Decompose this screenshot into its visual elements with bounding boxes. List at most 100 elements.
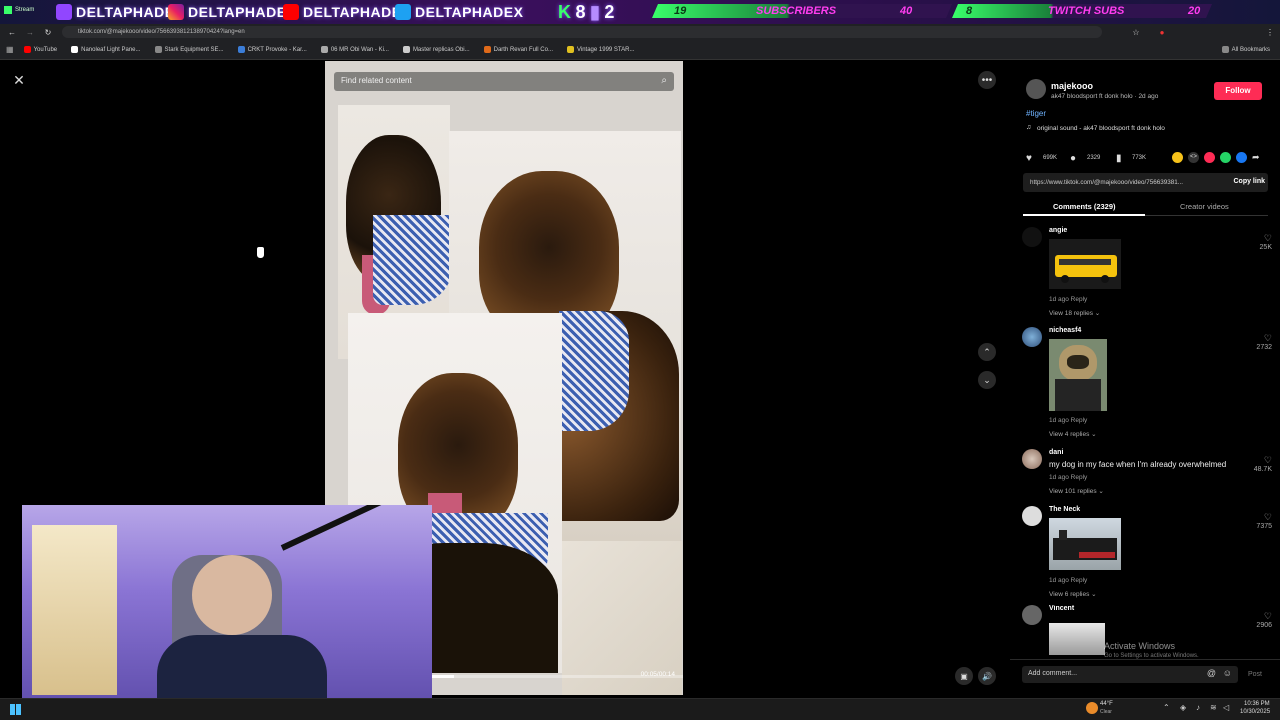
more-icon: ••• — [981, 74, 993, 86]
clock-date[interactable]: 10/30/2025 — [1240, 709, 1270, 715]
sound-name[interactable]: original sound - ak47 bloodsport ft donk… — [1037, 125, 1165, 132]
comment-author[interactable]: Vincent — [1049, 605, 1074, 612]
comment-author[interactable]: dani — [1049, 449, 1063, 456]
comment-avatar[interactable] — [1022, 449, 1042, 469]
comment-author[interactable]: The Neck — [1049, 506, 1080, 513]
reload-icon[interactable]: ↻ — [42, 26, 54, 38]
search-bar[interactable]: Find related content ⌕ — [334, 72, 674, 91]
view-replies[interactable]: View 18 replies ⌄ — [1049, 309, 1100, 317]
engine-image[interactable] — [1049, 623, 1105, 655]
comment-avatar[interactable] — [1022, 605, 1042, 625]
tray-volume-icon[interactable]: ◁ — [1223, 703, 1229, 712]
view-replies[interactable]: View 101 replies ⌄ — [1049, 487, 1104, 495]
share-coin-icon[interactable] — [1172, 152, 1183, 163]
windows-start-icon[interactable] — [10, 704, 21, 715]
comment-text: my dog in my face when I'm already overw… — [1049, 460, 1227, 469]
forward-icon[interactable]: → — [24, 26, 36, 38]
comment-like[interactable]: ♡ 2732 — [1242, 333, 1272, 351]
darth-revan-favicon — [483, 46, 491, 53]
author-avatar[interactable] — [1026, 79, 1046, 99]
bookmark-master-replicas[interactable]: Master replicas Obi... — [402, 46, 470, 53]
youtube-handle: DELTAPHADE — [283, 2, 402, 22]
star-icon[interactable]: ☆ — [1130, 26, 1142, 38]
view-replies[interactable]: View 4 replies ⌄ — [1049, 430, 1097, 438]
comment-avatar[interactable] — [1022, 327, 1042, 347]
bookmark-nanoleaf[interactable]: Nanoleaf Light Pane... — [71, 46, 141, 53]
close-button[interactable]: ✕ — [10, 71, 28, 89]
mention-icon[interactable]: @ — [1207, 668, 1216, 678]
hashtag-link[interactable]: #tiger — [1026, 109, 1046, 118]
author-name[interactable]: majekooo — [1051, 81, 1093, 91]
menu-icon[interactable]: ⋮ — [1264, 26, 1276, 38]
all-bookmarks[interactable]: All Bookmarks — [1221, 46, 1270, 53]
view-replies[interactable]: View 6 replies ⌄ — [1049, 590, 1097, 598]
nanoleaf-favicon — [71, 46, 79, 53]
follow-button[interactable]: Follow — [1214, 82, 1262, 100]
tray-network-icon[interactable]: ◈ — [1180, 703, 1186, 712]
share-arrow-icon[interactable]: ➦ — [1252, 152, 1260, 163]
emoji-icon[interactable]: ☺ — [1223, 668, 1232, 678]
comment-author[interactable]: angie — [1049, 227, 1067, 234]
post-button[interactable]: Post — [1248, 671, 1262, 678]
bookmark-youtube[interactable]: YouTube — [23, 46, 57, 53]
comment-icon[interactable]: ● — [1070, 153, 1076, 164]
pug-image[interactable] — [1049, 339, 1107, 411]
share-red-icon[interactable] — [1204, 152, 1215, 163]
comment-avatar[interactable] — [1022, 227, 1042, 247]
search-icon[interactable]: ⌕ — [661, 75, 667, 86]
back-icon[interactable]: ← — [6, 26, 18, 38]
comment-meta[interactable]: 1d ago Reply — [1049, 474, 1087, 481]
comment-meta[interactable]: 1d ago Reply — [1049, 296, 1087, 303]
bookmark-icon[interactable]: ▮ — [1116, 153, 1122, 164]
comment-author[interactable]: nicheasf4 — [1049, 327, 1081, 334]
folder-icon — [1221, 46, 1229, 53]
comment-like[interactable]: ♡ 48.7K — [1242, 455, 1272, 473]
next-video-button[interactable]: ⌄ — [978, 371, 996, 389]
comment-input[interactable]: Add comment... @ ☺ — [1022, 666, 1238, 683]
copy-link-bar: https://www.tiktok.com/@majekooo/video/7… — [1023, 173, 1268, 192]
bookmark-crkt[interactable]: CRKT Provoke - Kar... — [237, 46, 307, 53]
tray-wifi-icon[interactable]: ≋ — [1210, 703, 1217, 712]
comment-like[interactable]: ♡ 7375 — [1242, 512, 1272, 530]
author-subtitle: ak47 bloodsport ft donk holo · 2d ago — [1051, 93, 1159, 100]
copy-link-button[interactable]: Copy link — [1233, 178, 1265, 185]
train-image[interactable] — [1049, 518, 1121, 570]
volume-button[interactable]: 🔊 — [978, 667, 996, 685]
twitch-count-icon: ▮ — [590, 1, 601, 22]
facebook-icon[interactable] — [1236, 152, 1247, 163]
whatsapp-icon[interactable] — [1220, 152, 1231, 163]
embed-icon[interactable]: <> — [1188, 152, 1199, 163]
previous-video-button[interactable]: ⌃ — [978, 343, 996, 361]
school-bus-image[interactable] — [1049, 239, 1121, 289]
more-options-button[interactable]: ••• — [978, 71, 996, 89]
comment-meta[interactable]: 1d ago Reply — [1049, 577, 1087, 584]
heart-icon[interactable]: ♥ — [1026, 153, 1032, 164]
pip-button[interactable]: ▣ — [955, 667, 973, 685]
comment-avatar[interactable] — [1022, 506, 1042, 526]
address-bar[interactable]: tiktok.com/@majekooo/video/7566393812138… — [62, 26, 1102, 38]
comment-like[interactable]: ♡ 25K — [1242, 233, 1272, 251]
music-note-icon: ♫ — [1026, 124, 1032, 131]
apps-icon[interactable]: ▦ — [6, 45, 14, 54]
clock-time[interactable]: 10:36 PM — [1244, 701, 1270, 707]
twitter-icon — [395, 4, 411, 20]
tray-chevron-icon[interactable]: ⌃ — [1163, 703, 1170, 712]
weather-icon[interactable] — [1086, 702, 1098, 714]
chevron-up-icon: ⌃ — [983, 346, 991, 357]
comment-meta[interactable]: 1d ago Reply — [1049, 417, 1087, 424]
comment-item: dani my dog in my face when I'm already … — [1022, 449, 1272, 499]
bookmark-obiwan[interactable]: 06 MR Obi Wan - Ki... — [320, 46, 389, 53]
extension-icon[interactable]: ● — [1156, 26, 1168, 38]
tab-comments[interactable]: Comments (2329) — [1053, 202, 1116, 211]
comment-item: The Neck 1d ago Reply View 6 replies ⌄ ♡… — [1022, 506, 1272, 598]
bookmarks-bar: ▦ YouTube Nanoleaf Light Pane... Stark E… — [0, 40, 1280, 60]
comment-like[interactable]: ♡ 2906 — [1242, 611, 1272, 629]
tab-creator-videos[interactable]: Creator videos — [1180, 202, 1229, 211]
info-panel: majekooo ak47 bloodsport ft donk holo · … — [1010, 61, 1280, 695]
bookmark-vintage[interactable]: Vintage 1999 STAR... — [566, 46, 634, 53]
bookmark-darth-revan[interactable]: Darth Revan Full Co... — [483, 46, 553, 53]
chevron-down-icon: ⌄ — [983, 374, 991, 385]
tray-mic-icon[interactable]: ♪ — [1196, 703, 1200, 712]
tab-title: Stream — [15, 7, 35, 13]
bookmark-stark[interactable]: Stark Equipment SE... — [154, 46, 224, 53]
